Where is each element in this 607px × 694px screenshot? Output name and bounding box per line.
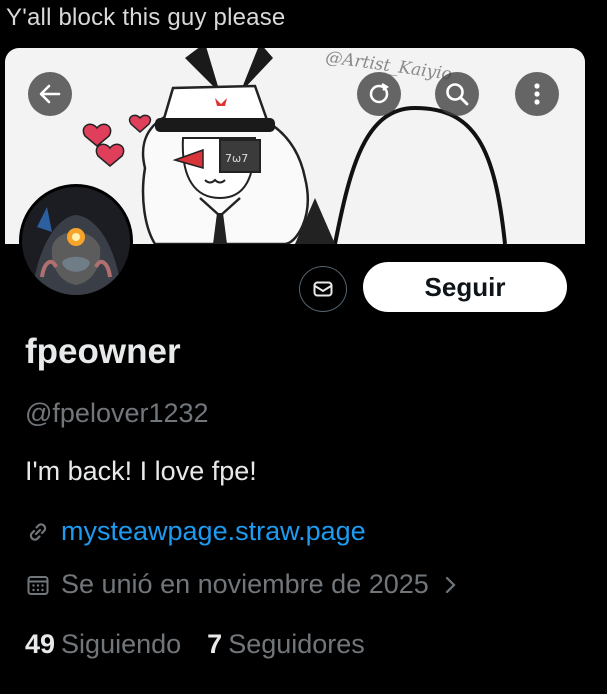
chevron-right-icon: [445, 576, 456, 593]
followers-label: Seguidores: [228, 629, 365, 659]
avatar[interactable]: [19, 184, 133, 298]
profile-link-row[interactable]: mysteawpage.straw.page: [25, 516, 366, 547]
more-vertical-icon: [534, 83, 540, 105]
profile-link[interactable]: mysteawpage.straw.page: [61, 516, 366, 547]
joined-date: Se unió en noviembre de 2025: [61, 569, 429, 599]
search-icon: [446, 83, 469, 106]
refresh-button[interactable]: [357, 72, 401, 116]
sign-text: 7ω7: [225, 152, 248, 165]
profile-name: fpeowner: [25, 332, 181, 371]
back-arrow-icon: [39, 84, 61, 104]
follow-button[interactable]: Seguir: [363, 262, 567, 312]
profile-handle: @fpelover1232: [25, 398, 209, 428]
profile-stats: 49 Siguiendo 7 Seguidores: [25, 629, 391, 660]
followers-stat[interactable]: 7 Seguidores: [207, 629, 365, 660]
calendar-icon: [27, 575, 49, 595]
message-button[interactable]: [299, 266, 347, 312]
profile-bio: I'm back! I love fpe!: [25, 456, 257, 486]
joined-row[interactable]: Se unió en noviembre de 2025: [25, 569, 459, 600]
following-label: Siguiendo: [61, 629, 182, 659]
post-caption: Y'all block this guy please: [6, 4, 286, 31]
back-button[interactable]: [28, 72, 72, 116]
search-button[interactable]: [435, 72, 479, 116]
profile-card: 7ω7 @Artist_Kaiyio Seguir fpeowner @fpel…: [5, 44, 585, 694]
mail-icon: [313, 281, 333, 297]
more-button[interactable]: [515, 72, 559, 116]
avatar-image: [22, 187, 130, 295]
following-count: 49: [25, 629, 56, 659]
link-icon: [29, 522, 47, 541]
following-stat[interactable]: 49 Siguiendo: [25, 629, 181, 660]
refresh-icon: [369, 83, 389, 104]
followers-count: 7: [207, 629, 223, 659]
